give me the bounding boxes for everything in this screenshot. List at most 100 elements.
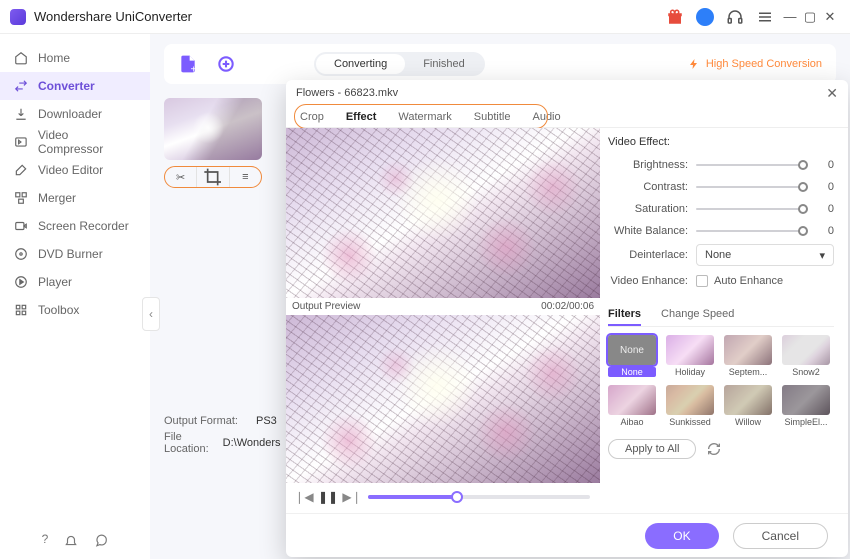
tab-converting[interactable]: Converting: [316, 54, 405, 74]
prev-frame-button[interactable]: ❘◀: [296, 489, 312, 505]
high-speed-toggle[interactable]: High Speed Conversion: [688, 58, 822, 70]
editor-icon: [14, 163, 28, 177]
tab-crop[interactable]: Crop: [300, 111, 324, 123]
dialog-close-button[interactable]: ✕: [826, 85, 838, 102]
tab-watermark[interactable]: Watermark: [398, 111, 451, 123]
refresh-icon[interactable]: [706, 441, 722, 457]
time-display: 00:02/00:06: [541, 301, 594, 312]
deinterlace-select[interactable]: None ▾: [696, 244, 834, 266]
sidebar-item-home[interactable]: Home: [0, 44, 150, 72]
settings-column: Video Effect: Brightness: 0 Contrast: 0 …: [600, 128, 848, 513]
filter-willow[interactable]: Willow: [724, 385, 772, 427]
auto-enhance-checkbox[interactable]: [696, 275, 708, 287]
filter-snow2[interactable]: Snow2: [782, 335, 830, 377]
filter-holiday[interactable]: Holiday: [666, 335, 714, 377]
filter-none[interactable]: None None: [608, 335, 656, 377]
filter-thumb: [666, 385, 714, 415]
help-icon[interactable]: ?: [42, 532, 49, 549]
bolt-icon: [688, 58, 700, 70]
output-format-label: Output Format:: [164, 415, 242, 427]
pause-button[interactable]: ❚❚: [320, 489, 336, 505]
brightness-value: 0: [816, 159, 834, 171]
preview-column: Output Preview 00:02/00:06 ❘◀ ❚❚ ▶❘: [286, 128, 600, 513]
whitebalance-slider[interactable]: [696, 230, 808, 232]
file-location-label: File Location:: [164, 431, 209, 455]
dvd-icon: [14, 247, 28, 261]
filter-sunkissed[interactable]: Sunkissed: [666, 385, 714, 427]
filter-aibao[interactable]: Aibao: [608, 385, 656, 427]
apply-to-all-button[interactable]: Apply to All: [608, 439, 696, 459]
brightness-slider[interactable]: [696, 164, 808, 166]
sidebar-item-merger[interactable]: Merger: [0, 184, 150, 212]
deinterlace-value: None: [705, 249, 731, 261]
sidebar-item-label: DVD Burner: [38, 247, 103, 261]
toolbox-icon: [14, 303, 28, 317]
sidebar-item-compressor[interactable]: Video Compressor: [0, 128, 150, 156]
minimize-button[interactable]: —: [780, 9, 800, 24]
tab-subtitle[interactable]: Subtitle: [474, 111, 511, 123]
filter-label: Sunkissed: [666, 417, 714, 427]
sidebar-item-label: Downloader: [38, 107, 102, 121]
next-frame-button[interactable]: ▶❘: [344, 489, 360, 505]
sidebar-item-dvd[interactable]: DVD Burner: [0, 240, 150, 268]
chevron-down-icon: ▾: [819, 249, 825, 262]
filter-september[interactable]: Septem...: [724, 335, 772, 377]
filter-subtabs: Filters Change Speed: [608, 304, 834, 327]
filter-label: Aibao: [608, 417, 656, 427]
tab-effect[interactable]: Effect: [346, 111, 377, 123]
saturation-slider[interactable]: [696, 208, 808, 210]
sidebar-item-player[interactable]: Player: [0, 268, 150, 296]
sidebar-item-converter[interactable]: Converter: [0, 72, 150, 100]
sidebar-item-label: Home: [38, 51, 70, 65]
status-tabs: Converting Finished: [314, 52, 485, 76]
maximize-button[interactable]: ▢: [800, 9, 820, 25]
filter-thumb-none: None: [608, 335, 656, 365]
filter-thumb: [608, 385, 656, 415]
file-location-value[interactable]: D:\Wonders: [223, 437, 281, 449]
close-window-button[interactable]: ✕: [820, 9, 840, 25]
subtab-filters[interactable]: Filters: [608, 304, 641, 326]
contrast-slider[interactable]: [696, 186, 808, 188]
sidebar-collapse-button[interactable]: ‹: [142, 297, 160, 331]
filter-thumb: [782, 335, 830, 365]
output-preview: [286, 315, 600, 483]
saturation-label: Saturation:: [608, 203, 688, 215]
player-icon: [14, 275, 28, 289]
tab-finished[interactable]: Finished: [405, 54, 483, 74]
bell-icon[interactable]: [64, 532, 78, 549]
chat-icon[interactable]: [94, 532, 108, 549]
sidebar-item-label: Merger: [38, 191, 76, 205]
dialog-title: Flowers - 66823.mkv: [296, 87, 398, 99]
sidebar-item-toolbox[interactable]: Toolbox: [0, 296, 150, 324]
more-icon[interactable]: ≡: [230, 167, 261, 187]
clip-item[interactable]: ✂ ≡: [164, 98, 262, 188]
crop-icon[interactable]: [197, 167, 229, 187]
sidebar-item-recorder[interactable]: Screen Recorder: [0, 212, 150, 240]
avatar-icon[interactable]: [696, 8, 714, 26]
clip-tools: ✂ ≡: [164, 166, 262, 188]
converter-icon: [14, 79, 28, 93]
playback-slider[interactable]: [368, 495, 590, 499]
filter-label: Willow: [724, 417, 772, 427]
video-effect-heading: Video Effect:: [608, 136, 834, 148]
add-file-button[interactable]: +: [178, 54, 198, 74]
titlebar: Wondershare UniConverter — ▢ ✕: [0, 0, 850, 34]
trim-icon[interactable]: ✂: [165, 167, 197, 187]
tab-audio[interactable]: Audio: [532, 111, 560, 123]
sidebar: Home Converter Downloader Video Compress…: [0, 34, 150, 559]
add-folder-button[interactable]: [216, 54, 236, 74]
filter-simpleel[interactable]: SimpleEl...: [782, 385, 830, 427]
menu-icon[interactable]: [756, 8, 774, 26]
subtab-speed[interactable]: Change Speed: [661, 304, 734, 326]
gift-icon[interactable]: [666, 8, 684, 26]
sidebar-item-downloader[interactable]: Downloader: [0, 100, 150, 128]
sidebar-item-label: Video Compressor: [38, 128, 136, 156]
sidebar-item-editor[interactable]: Video Editor: [0, 156, 150, 184]
headset-icon[interactable]: [726, 8, 744, 26]
sidebar-item-label: Converter: [38, 79, 95, 93]
ok-button[interactable]: OK: [645, 523, 718, 549]
clip-thumbnail[interactable]: [164, 98, 262, 160]
output-format-value[interactable]: PS3: [256, 415, 277, 427]
cancel-button[interactable]: Cancel: [733, 523, 828, 549]
effect-dialog: Flowers - 66823.mkv ✕ Crop Effect Waterm…: [286, 80, 848, 557]
